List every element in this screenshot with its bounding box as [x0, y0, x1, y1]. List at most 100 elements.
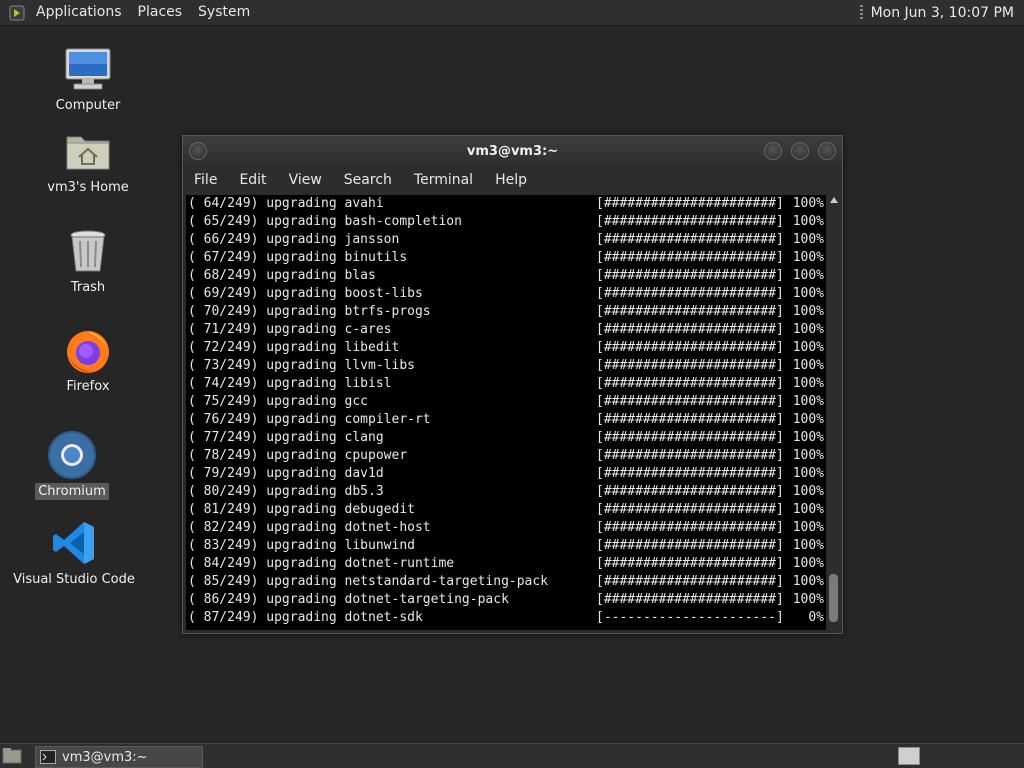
terminal-output[interactable]: ( 64/249) upgrading avahi [##############… — [186, 195, 826, 630]
progress-percent: 100% — [792, 502, 824, 517]
desktop-icon-firefox[interactable]: Firefox — [23, 326, 153, 395]
progress-percent: 100% — [792, 232, 824, 247]
desktop-icon-label: Firefox — [66, 379, 110, 394]
progress-percent: 100% — [792, 520, 824, 535]
progress-bar-text: [######################] — [596, 574, 784, 589]
progress-percent: 100% — [792, 448, 824, 463]
progress-bar-text: [######################] — [596, 232, 784, 247]
terminal-line: ( 85/249) upgrading netstandard-targetin… — [186, 573, 826, 591]
package-step: ( 84/249) upgrading dotnet-runtime — [188, 556, 455, 571]
scrollbar-thumb[interactable] — [829, 574, 838, 622]
terminal-line: ( 67/249) upgrading binutils [###########… — [186, 249, 826, 267]
progress-percent: 0% — [808, 610, 824, 625]
close-button[interactable] — [818, 142, 836, 160]
package-step: ( 77/249) upgrading clang — [188, 430, 384, 445]
workspace-switcher[interactable] — [898, 747, 920, 765]
progress-bar-text: [######################] — [596, 448, 784, 463]
desktop-icon-computer[interactable]: Computer — [23, 45, 153, 114]
progress-bar-text: [######################] — [596, 394, 784, 409]
system-menu[interactable]: System — [190, 0, 258, 25]
minimize-button[interactable] — [764, 142, 782, 160]
chromium-icon — [48, 431, 96, 479]
package-step: ( 64/249) upgrading avahi — [188, 196, 384, 211]
desktop-icon-label: Chromium — [35, 483, 109, 500]
home-folder-icon — [64, 127, 112, 175]
desktop-icon-chromium[interactable]: Chromium — [7, 431, 137, 500]
progress-percent: 100% — [792, 466, 824, 481]
progress-bar-text: [######################] — [596, 466, 784, 481]
progress-percent: 100% — [792, 286, 824, 301]
progress-percent: 100% — [792, 556, 824, 571]
window-menu-button[interactable] — [189, 142, 207, 160]
bottom-panel: vm3@vm3:~ — [0, 743, 1024, 768]
firefox-icon — [64, 326, 112, 374]
terminal-line: ( 76/249) upgrading compiler-rt [########… — [186, 411, 826, 429]
vscode-icon — [50, 519, 98, 567]
desktop-icon-home[interactable]: vm3's Home — [23, 127, 153, 196]
terminal-line: ( 84/249) upgrading dotnet-runtime [#####… — [186, 555, 826, 573]
terminal-scrollbar[interactable] — [827, 195, 841, 630]
progress-percent: 100% — [792, 430, 824, 445]
clock[interactable]: Mon Jun 3, 10:07 PM — [871, 5, 1014, 21]
package-step: ( 66/249) upgrading jansson — [188, 232, 400, 247]
taskbar-window-button[interactable]: vm3@vm3:~ — [35, 746, 203, 768]
progress-percent: 100% — [792, 412, 824, 427]
progress-bar-text: [######################] — [596, 304, 784, 319]
window-title: vm3@vm3:~ — [466, 143, 559, 159]
package-step: ( 72/249) upgrading libedit — [188, 340, 400, 355]
progress-bar-text: [######################] — [596, 268, 784, 283]
show-desktop-icon[interactable] — [2, 747, 22, 764]
terminal-line: ( 83/249) upgrading libunwind [##########… — [186, 537, 826, 555]
terminal-line: ( 73/249) upgrading llvm-libs [##########… — [186, 357, 826, 375]
applications-menu-icon[interactable] — [8, 4, 26, 22]
menu-terminal[interactable]: Terminal — [403, 172, 484, 188]
progress-bar-text: [######################] — [596, 358, 784, 373]
desktop-icon-trash[interactable]: Trash — [23, 227, 153, 296]
terminal-line: ( 65/249) upgrading bash-completion [####… — [186, 213, 826, 231]
package-step: ( 70/249) upgrading btrfs-progs — [188, 304, 431, 319]
package-step: ( 87/249) upgrading dotnet-sdk — [188, 610, 423, 625]
menu-view[interactable]: View — [278, 172, 333, 188]
desktop-icon-label: Visual Studio Code — [13, 572, 135, 587]
package-step: ( 79/249) upgrading dav1d — [188, 466, 384, 481]
package-step: ( 82/249) upgrading dotnet-host — [188, 520, 431, 535]
package-step: ( 71/249) upgrading c-ares — [188, 322, 392, 337]
applications-menu[interactable]: Applications — [28, 0, 130, 25]
package-step: ( 75/249) upgrading gcc — [188, 394, 369, 409]
progress-bar-text: [######################] — [596, 430, 784, 445]
terminal-line: ( 82/249) upgrading dotnet-host [########… — [186, 519, 826, 537]
terminal-line: ( 79/249) upgrading dav1d [##############… — [186, 465, 826, 483]
terminal-line: ( 68/249) upgrading blas [###############… — [186, 267, 826, 285]
desktop-icon-vscode[interactable]: Visual Studio Code — [9, 519, 139, 588]
scroll-up-arrow-icon[interactable] — [830, 197, 838, 203]
progress-bar-text: [######################] — [596, 538, 784, 553]
menu-file[interactable]: File — [183, 172, 228, 188]
progress-bar-text: [######################] — [596, 520, 784, 535]
menu-edit[interactable]: Edit — [228, 172, 277, 188]
maximize-button[interactable] — [791, 142, 809, 160]
desktop-icon-label: vm3's Home — [47, 180, 129, 195]
trash-icon — [64, 227, 112, 275]
terminal-line: ( 69/249) upgrading boost-libs [#########… — [186, 285, 826, 303]
terminal-icon — [40, 750, 56, 764]
terminal-line: ( 74/249) upgrading libisl [#############… — [186, 375, 826, 393]
progress-bar-text: [######################] — [596, 376, 784, 391]
terminal-window[interactable]: vm3@vm3:~ File Edit View Search Terminal… — [182, 135, 843, 634]
desktop-icon-label: Trash — [70, 280, 106, 295]
menu-help[interactable]: Help — [484, 172, 538, 188]
progress-bar-text: [######################] — [596, 340, 784, 355]
window-titlebar[interactable]: vm3@vm3:~ — [183, 136, 842, 166]
terminal-menubar: File Edit View Search Terminal Help — [183, 166, 842, 194]
package-step: ( 86/249) upgrading dotnet-targeting-pac… — [188, 592, 509, 607]
terminal-line: ( 64/249) upgrading avahi [##############… — [186, 195, 826, 213]
places-menu[interactable]: Places — [130, 0, 191, 25]
progress-percent: 100% — [792, 214, 824, 229]
panel-grip-icon — [859, 4, 863, 21]
progress-bar-text: [######################] — [596, 322, 784, 337]
progress-bar-text: [######################] — [596, 250, 784, 265]
package-step: ( 78/249) upgrading cpupower — [188, 448, 408, 463]
menu-search[interactable]: Search — [333, 172, 403, 188]
progress-percent: 100% — [792, 592, 824, 607]
progress-bar-text: [----------------------] — [596, 610, 784, 625]
terminal-line: ( 66/249) upgrading jansson [############… — [186, 231, 826, 249]
